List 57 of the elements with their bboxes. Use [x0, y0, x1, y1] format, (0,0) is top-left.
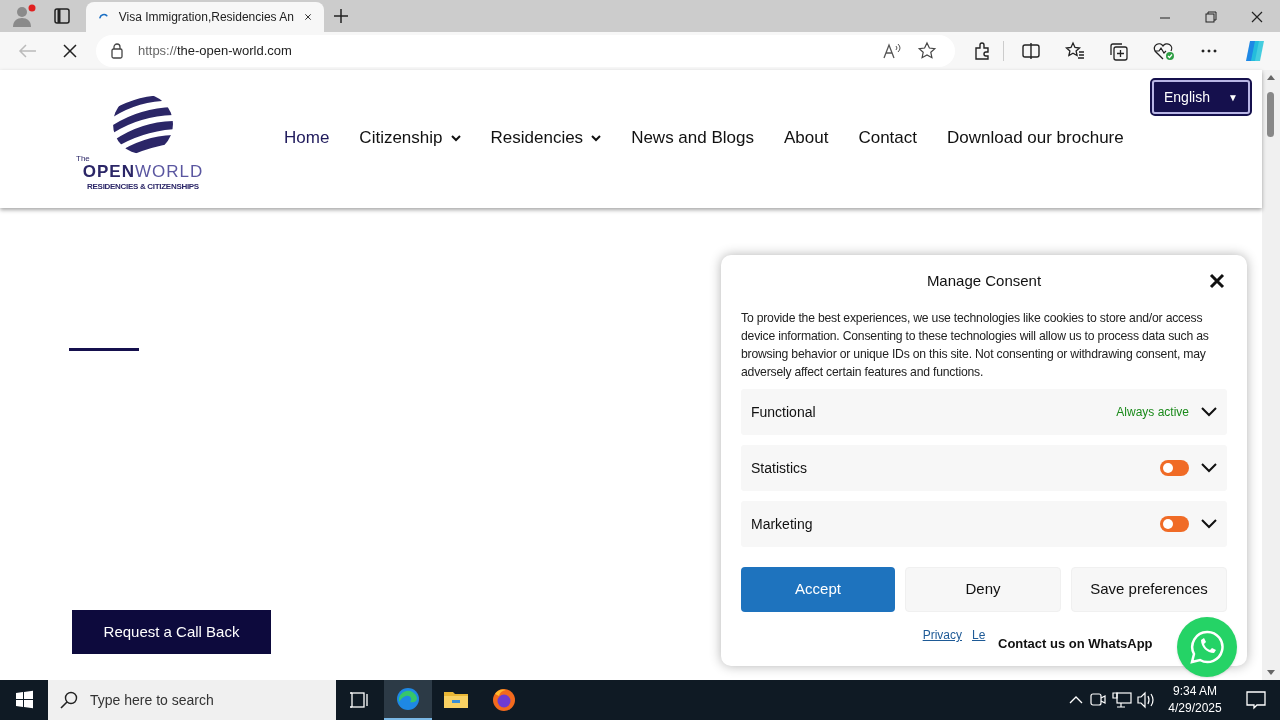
chevron-down-icon[interactable]: [1201, 407, 1217, 417]
always-active-label: Always active: [1116, 404, 1189, 421]
taskbar-app[interactable]: [384, 680, 432, 720]
toggle-switch[interactable]: [1160, 460, 1189, 476]
favorites-icon[interactable]: [1064, 40, 1087, 62]
tab-actions-icon[interactable]: [52, 6, 72, 26]
scroll-down-icon[interactable]: [1267, 670, 1275, 676]
address-bar[interactable]: https://the-open-world.com: [95, 35, 956, 67]
chevron-down-icon[interactable]: [1201, 519, 1217, 529]
browser-tab[interactable]: Visa Immigration,Residencies An: [86, 2, 324, 32]
request-callback-button[interactable]: Request a Call Back: [72, 610, 271, 654]
logo-name: OPENWORLD: [82, 163, 204, 180]
consent-description: To provide the best experiences, we use technologies like cookies to store and/or access device information. Consenting to these technologies will allow us to process data such as browsing behavior or unique IDs on this site. Not consenting or withdrawing consent, may adversely affect certain features and functions.: [741, 310, 1210, 381]
policy-link[interactable]: Le: [972, 626, 986, 644]
lock-icon: [109, 43, 124, 59]
nav-link[interactable]: Contact: [858, 125, 917, 151]
edge-browser-icon: [395, 686, 421, 712]
url-text: https://the-open-world.com: [137, 42, 293, 61]
consent-category[interactable]: Statistics: [741, 445, 1227, 491]
search-icon: [60, 691, 78, 709]
logo-small-text: The: [76, 155, 90, 163]
chat-phone-icon: [1189, 629, 1225, 665]
toggle-switch[interactable]: [1160, 516, 1189, 532]
dialog-title: Manage Consent: [926, 270, 1042, 291]
consent-button[interactable]: Deny: [905, 567, 1061, 612]
close-icon[interactable]: [1209, 273, 1225, 289]
language-select[interactable]: English ▼: [1152, 80, 1250, 114]
consent-category[interactable]: Functional Always active: [741, 389, 1227, 435]
chevron-down-icon[interactable]: [1201, 463, 1217, 473]
consent-button[interactable]: Save preferences: [1071, 567, 1227, 612]
scrollbar-thumb[interactable]: [1267, 92, 1274, 137]
logo-tagline: RESIDENCIES & CITIZENSHIPS: [87, 181, 199, 193]
consent-category[interactable]: Marketing: [741, 501, 1227, 547]
taskbar-clock[interactable]: 9:34 AM 4/29/2025: [1158, 683, 1232, 717]
consent-button[interactable]: Accept: [741, 567, 895, 612]
nav-link[interactable]: News and Blogs: [631, 125, 754, 151]
nav-link[interactable]: Download our brochure: [947, 125, 1124, 151]
tab-title: Visa Immigration,Residencies An: [118, 9, 294, 26]
nav-link[interactable]: About: [783, 125, 829, 151]
category-name: Marketing: [751, 514, 814, 534]
policy-link[interactable]: Privacy: [922, 626, 962, 644]
read-aloud-icon[interactable]: [881, 41, 904, 61]
favorite-star-icon[interactable]: [917, 41, 938, 61]
collections-icon[interactable]: [1108, 40, 1131, 62]
nav-link[interactable]: Citizenship: [359, 125, 461, 151]
scroll-up-icon[interactable]: [1267, 74, 1275, 80]
close-icon[interactable]: [303, 11, 312, 23]
browser-health-icon[interactable]: [1152, 40, 1177, 62]
nav-link[interactable]: Home: [284, 125, 330, 151]
taskbar-search-field[interactable]: Type here to search: [48, 680, 336, 720]
site-logo[interactable]: The OPENWORLD RESIDENCIES & CITIZENSHIPS: [78, 93, 208, 193]
scrollbar[interactable]: [1262, 70, 1280, 680]
nav-link[interactable]: Residencies: [490, 125, 602, 151]
split-screen-icon[interactable]: [1020, 40, 1043, 62]
category-name: Functional: [751, 402, 817, 422]
category-name: Statistics: [751, 458, 808, 478]
search-placeholder: Type here to search: [90, 690, 214, 710]
